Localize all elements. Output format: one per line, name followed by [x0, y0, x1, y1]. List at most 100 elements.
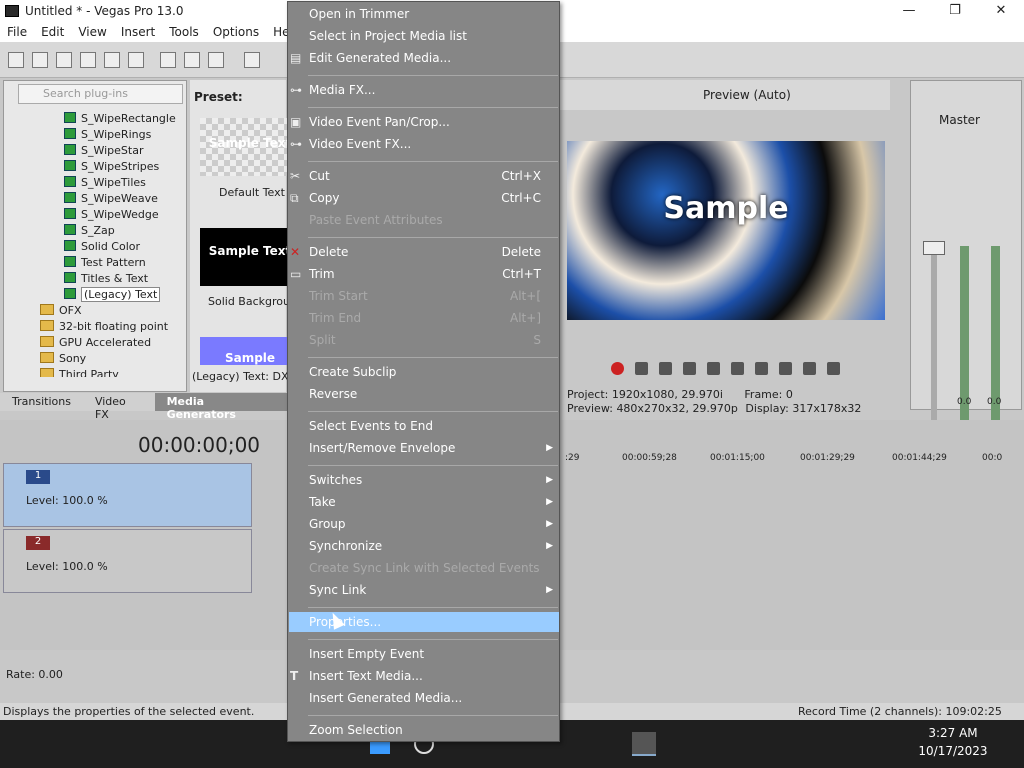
menu-item-video-event-fx[interactable]: ⊶ Video Event FX... [290, 134, 558, 154]
menu-separator [308, 357, 558, 358]
tree-item[interactable]: S_WipeStar [64, 143, 143, 159]
next-frame-icon[interactable] [827, 362, 840, 375]
properties-icon[interactable] [128, 52, 144, 68]
tree-item[interactable]: S_WipeStripes [64, 159, 159, 175]
menu-item-open-in-trimmer[interactable]: Open in Trimmer [308, 4, 558, 24]
menu-item-reverse[interactable]: Reverse [308, 384, 558, 404]
track-number: 2 [26, 536, 50, 550]
submenu-arrow-icon: ▶ [546, 519, 553, 529]
plugin-search-input[interactable]: Search plug-ins [18, 84, 183, 104]
clock-time[interactable]: 3:27 AM [918, 726, 988, 740]
preset-thumb[interactable]: Sample Text [200, 228, 300, 286]
preset-pane: Preset: Sample Text Default Text Sample … [190, 80, 304, 392]
master-fader[interactable] [923, 241, 945, 255]
menu-item-synchronize[interactable]: Synchronize ▶ [308, 536, 558, 556]
submenu-arrow-icon: ▶ [546, 497, 553, 507]
maximize-button[interactable]: ❐ [932, 0, 978, 22]
menu-item-delete[interactable]: ✕ Delete Delete [290, 242, 558, 262]
clock-date[interactable]: 10/17/2023 [918, 744, 988, 758]
stop-icon[interactable] [731, 362, 744, 375]
delete-icon: ✕ [290, 245, 301, 259]
menu-separator [308, 75, 558, 76]
rate-label: Rate: 0.00 [6, 668, 63, 681]
tree-item[interactable]: Titles & Text [64, 271, 148, 287]
tree-folder[interactable]: OFX [40, 303, 82, 319]
track-header-1[interactable]: 1 Level: 100.0 % [3, 463, 252, 527]
undo-icon[interactable] [244, 52, 260, 68]
pause-icon[interactable] [707, 362, 720, 375]
menu-item-insert-generated-media[interactable]: Insert Generated Media... [308, 688, 558, 708]
tree-item[interactable]: Solid Color [64, 239, 140, 255]
menu-separator [308, 715, 558, 716]
tree-item-selected[interactable]: (Legacy) Text [64, 287, 161, 303]
menu-item-select-in-media-list[interactable]: Select in Project Media list [308, 26, 558, 46]
go-to-start-icon[interactable] [755, 362, 768, 375]
menu-item-create-sync-link: Create Sync Link with Selected Events [309, 561, 540, 575]
menu-item-select-events-to-end[interactable]: Select Events to End [308, 416, 558, 436]
tab-transitions[interactable]: Transitions [0, 393, 83, 411]
menu-options[interactable]: Options [206, 25, 266, 39]
track-header-2[interactable]: 2 Level: 100.0 % [3, 529, 252, 593]
menu-item-trim[interactable]: ▭ Trim Ctrl+T [290, 264, 558, 284]
menu-tools[interactable]: Tools [162, 25, 206, 39]
menu-item-switches[interactable]: Switches ▶ [308, 470, 558, 490]
copy-icon[interactable] [184, 52, 200, 68]
tree-item[interactable]: S_WipeRings [64, 127, 151, 143]
menu-item-group[interactable]: Group ▶ [308, 514, 558, 534]
play-from-start-icon[interactable] [659, 362, 672, 375]
menu-item-media-fx[interactable]: ⊶ Media FX... [290, 80, 558, 100]
tree-item[interactable]: S_WipeWeave [64, 191, 158, 207]
menu-item-copy[interactable]: ⧉ Copy Ctrl+C [290, 188, 558, 208]
menu-item-take[interactable]: Take ▶ [308, 492, 558, 512]
menu-item-pan-crop[interactable]: ▣ Video Event Pan/Crop... [290, 112, 558, 132]
minimize-button[interactable]: — [886, 0, 932, 22]
tree-item[interactable]: S_WipeWedge [64, 207, 159, 223]
tree-item[interactable]: S_WipeTiles [64, 175, 146, 191]
menu-edit[interactable]: Edit [34, 25, 71, 39]
render-icon[interactable] [104, 52, 120, 68]
menu-item-insert-text-media[interactable]: T Insert Text Media... [290, 666, 558, 686]
status-text: Displays the properties of the selected … [3, 705, 255, 718]
tab-media-generators[interactable]: Media Generators [154, 393, 288, 421]
tree-folder[interactable]: Third Party [40, 367, 119, 377]
preset-footer: (Legacy) Text: DXT [192, 370, 296, 383]
tab-video-fx[interactable]: Video FX [83, 393, 155, 421]
tree-item[interactable]: S_WipeRectangle [64, 111, 176, 127]
track-level: Level: 100.0 % [26, 560, 108, 573]
paste-icon[interactable] [208, 52, 224, 68]
menu-item-sync-link[interactable]: Sync Link ▶ [308, 580, 558, 600]
save-as-icon[interactable] [80, 52, 96, 68]
cut-icon[interactable] [160, 52, 176, 68]
close-button[interactable]: ✕ [978, 0, 1024, 22]
tree-item[interactable]: Test Pattern [64, 255, 146, 271]
record-icon[interactable] [611, 362, 624, 375]
menu-insert[interactable]: Insert [114, 25, 162, 39]
save-icon[interactable] [56, 52, 72, 68]
tree-folder[interactable]: 32-bit floating point [40, 319, 168, 335]
menu-file[interactable]: File [0, 25, 34, 39]
menu-item-cut[interactable]: ✂ Cut Ctrl+X [290, 166, 558, 186]
new-icon[interactable] [8, 52, 24, 68]
track-level: Level: 100.0 % [26, 494, 108, 507]
menu-item-insert-empty-event[interactable]: Insert Empty Event [308, 644, 558, 664]
loop-icon[interactable] [635, 362, 648, 375]
menu-item-create-subclip[interactable]: Create Subclip [308, 362, 558, 382]
play-icon[interactable] [683, 362, 696, 375]
generator-icon [64, 192, 76, 203]
go-to-end-icon[interactable] [779, 362, 792, 375]
preview-quality-dropdown[interactable]: Preview (Auto) [703, 88, 791, 102]
prev-frame-icon[interactable] [803, 362, 816, 375]
menu-item-zoom-selection[interactable]: Zoom Selection [308, 720, 558, 740]
preset-thumb[interactable]: Sample [200, 337, 300, 365]
tree-item[interactable]: S_Zap [64, 223, 115, 239]
menu-item-insert-remove-envelope[interactable]: Insert/Remove Envelope ▶ [308, 438, 558, 458]
open-icon[interactable] [32, 52, 48, 68]
preset-thumb[interactable]: Sample Text [200, 118, 300, 176]
generator-icon [64, 256, 76, 267]
tree-folder[interactable]: GPU Accelerated [40, 335, 151, 351]
menu-item-edit-generated-media[interactable]: ▤ Edit Generated Media... [290, 48, 558, 68]
tree-folder[interactable]: Sony [40, 351, 86, 367]
vegas-taskbar-icon[interactable] [632, 732, 656, 756]
menu-view[interactable]: View [71, 25, 113, 39]
menu-item-trim-end: Trim End Alt+] [309, 311, 541, 325]
